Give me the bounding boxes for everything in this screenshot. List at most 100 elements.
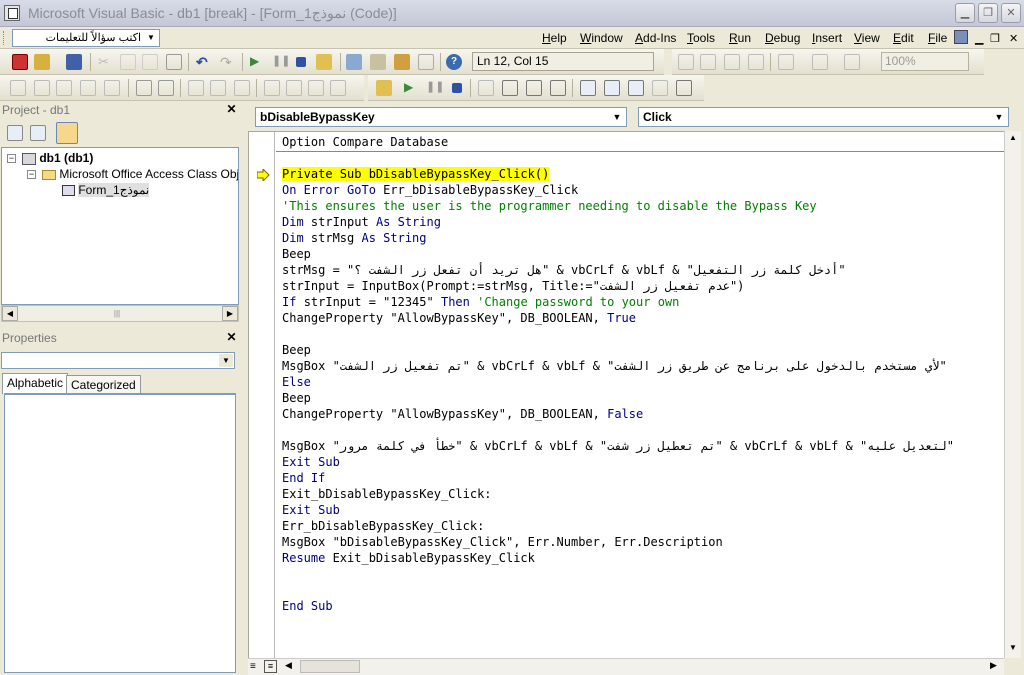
cut-icon[interactable]: ✂ bbox=[98, 54, 114, 70]
properties-window-icon[interactable] bbox=[370, 54, 386, 70]
properties-object-select[interactable]: ▼ bbox=[1, 352, 235, 369]
project-horizontal-scrollbar[interactable]: ◀ ||| ▶ bbox=[1, 305, 239, 322]
code-line[interactable]: Beep bbox=[282, 390, 311, 406]
code-line[interactable]: Resume Exit_bDisableBypassKey_Click bbox=[282, 550, 535, 566]
mdi-close-button[interactable]: ✕ bbox=[1009, 32, 1018, 45]
collapse-icon[interactable]: − bbox=[7, 154, 16, 163]
procedure-select[interactable]: Click ▼ bbox=[638, 107, 1009, 127]
debug-design-mode-icon[interactable] bbox=[376, 80, 392, 96]
tab-categorized[interactable]: Categorized bbox=[66, 375, 141, 393]
tab-alphabetic[interactable]: Alphabetic bbox=[2, 373, 69, 394]
code-line[interactable]: Err_bDisableBypassKey_Click: bbox=[282, 518, 484, 534]
break-icon[interactable]: ❚❚ bbox=[272, 54, 290, 70]
scroll-right-icon[interactable]: ▶ bbox=[222, 306, 238, 321]
ungroup-icon[interactable] bbox=[748, 54, 764, 70]
reset-icon[interactable] bbox=[296, 57, 306, 67]
toggle-bookmark-icon[interactable] bbox=[264, 80, 280, 96]
menu-help[interactable]: Help bbox=[542, 31, 567, 45]
uncomment-block-icon[interactable] bbox=[234, 80, 250, 96]
ask-question-box[interactable]: اكتب سؤالاً للتعليمات ▼ bbox=[12, 29, 160, 47]
properties-close-icon[interactable]: ✕ bbox=[225, 331, 238, 344]
code-line[interactable]: 'This ensures the user is the programmer… bbox=[282, 198, 817, 214]
next-bookmark-icon[interactable] bbox=[286, 80, 302, 96]
menu-file[interactable]: File bbox=[928, 31, 947, 45]
redo-icon[interactable]: ↷ bbox=[220, 54, 236, 70]
chevron-down-icon[interactable]: ▼ bbox=[219, 354, 233, 367]
menu-window[interactable]: Window bbox=[580, 31, 623, 45]
code-line[interactable]: End If bbox=[282, 470, 325, 486]
debug-run-icon[interactable]: ▶ bbox=[404, 80, 420, 96]
project-close-icon[interactable]: ✕ bbox=[225, 103, 238, 116]
code-line[interactable]: ChangeProperty "AllowBypassKey", DB_BOOL… bbox=[282, 310, 636, 326]
copy-icon[interactable] bbox=[120, 54, 136, 70]
list-constants-icon[interactable] bbox=[34, 80, 50, 96]
step-into-icon[interactable] bbox=[502, 80, 518, 96]
menu-run[interactable]: Run bbox=[729, 31, 751, 45]
insert-module-icon[interactable] bbox=[34, 54, 50, 70]
chevron-down-icon[interactable]: ▼ bbox=[992, 109, 1006, 125]
run-icon[interactable]: ▶ bbox=[250, 54, 266, 70]
find-icon[interactable] bbox=[166, 54, 182, 70]
code-line[interactable]: End Sub bbox=[282, 598, 333, 614]
code-line[interactable]: Dim strInput As String bbox=[282, 214, 441, 230]
code-line[interactable]: ChangeProperty "AllowBypassKey", DB_BOOL… bbox=[282, 406, 643, 422]
complete-word-icon[interactable] bbox=[104, 80, 120, 96]
menu-add-ins[interactable]: Add-Ins bbox=[635, 31, 676, 45]
clear-bookmarks-icon[interactable] bbox=[330, 80, 346, 96]
horizontal-scroll-thumb[interactable] bbox=[300, 660, 360, 673]
list-properties-icon[interactable] bbox=[10, 80, 26, 96]
parameter-info-icon[interactable] bbox=[80, 80, 96, 96]
menubar-grip[interactable] bbox=[3, 31, 7, 45]
scroll-down-icon[interactable]: ▼ bbox=[1005, 641, 1021, 656]
indent-icon[interactable] bbox=[136, 80, 152, 96]
code-line[interactable]: Dim strMsg As String bbox=[282, 230, 427, 246]
chevron-down-icon[interactable]: ▼ bbox=[610, 109, 624, 125]
code-line[interactable]: strMsg = "هل تريد أن تفعل زر الشفت ؟" & … bbox=[282, 262, 846, 278]
zoom-select[interactable]: 100% bbox=[881, 52, 969, 71]
group-icon[interactable] bbox=[724, 54, 740, 70]
send-to-back-icon[interactable] bbox=[700, 54, 716, 70]
quick-info-icon[interactable] bbox=[56, 80, 72, 96]
code-line[interactable]: MsgBox "bDisableBypassKey_Click", Err.Nu… bbox=[282, 534, 723, 550]
code-line[interactable]: Exit Sub bbox=[282, 454, 340, 470]
previous-bookmark-icon[interactable] bbox=[308, 80, 324, 96]
comment-block-icon[interactable] bbox=[210, 80, 226, 96]
menu-debug[interactable]: Debug bbox=[765, 31, 800, 45]
scroll-thumb-grip[interactable]: ||| bbox=[102, 309, 132, 318]
outdent-icon[interactable] bbox=[158, 80, 174, 96]
code-editor[interactable]: Option Compare Database Private Sub bDis… bbox=[248, 131, 1004, 658]
mdi-restore-button[interactable]: ❐ bbox=[990, 32, 1000, 45]
code-line[interactable]: Exit_bDisableBypassKey_Click: bbox=[282, 486, 492, 502]
vb-app-icon[interactable] bbox=[4, 5, 20, 21]
tree-item-access-class-objects[interactable]: Microsoft Office Access Class Objects bbox=[42, 167, 238, 181]
mdi-minimize-button[interactable]: ▁ bbox=[975, 32, 983, 45]
locals-window-icon[interactable] bbox=[580, 80, 596, 96]
code-line[interactable]: Beep bbox=[282, 246, 311, 262]
debug-break-icon[interactable]: ❚❚ bbox=[426, 80, 444, 96]
call-stack-icon[interactable] bbox=[676, 80, 692, 96]
code-line[interactable]: strInput = InputBox(Prompt:=strMsg, Titl… bbox=[282, 278, 744, 294]
close-button[interactable]: ✕ bbox=[1001, 3, 1021, 23]
collapse-icon[interactable]: − bbox=[27, 170, 36, 179]
immediate-window-icon[interactable] bbox=[604, 80, 620, 96]
code-vertical-scrollbar[interactable]: ▲ ▼ bbox=[1004, 131, 1021, 658]
step-out-icon[interactable] bbox=[550, 80, 566, 96]
restore-button[interactable]: ❐ bbox=[978, 3, 998, 23]
help-icon[interactable]: ? bbox=[446, 54, 462, 70]
design-mode-icon[interactable] bbox=[316, 54, 332, 70]
toggle-folders-icon[interactable] bbox=[56, 122, 78, 144]
paste-icon[interactable] bbox=[142, 54, 158, 70]
step-over-icon[interactable] bbox=[526, 80, 542, 96]
tree-item-form[interactable]: Form_نموذج1 bbox=[62, 183, 150, 197]
code-horizontal-scrollbar[interactable]: ≡ ≡ ◀ ▶ bbox=[248, 658, 1004, 675]
watch-window-icon[interactable] bbox=[628, 80, 644, 96]
tree-item-db1[interactable]: db1 (db1) bbox=[22, 151, 93, 165]
scroll-right-icon[interactable]: ▶ bbox=[990, 660, 997, 671]
access-view-icon[interactable] bbox=[954, 30, 968, 44]
code-line[interactable]: Beep bbox=[282, 342, 311, 358]
code-line[interactable]: MsgBox "خطأ في كلمة مرور" & vbCrLf & vbL… bbox=[282, 438, 954, 454]
object-browser-icon[interactable] bbox=[394, 54, 410, 70]
margin-indicator-bar[interactable] bbox=[249, 132, 275, 658]
scroll-left-icon[interactable]: ◀ bbox=[2, 306, 18, 321]
bring-to-front-icon[interactable] bbox=[678, 54, 694, 70]
